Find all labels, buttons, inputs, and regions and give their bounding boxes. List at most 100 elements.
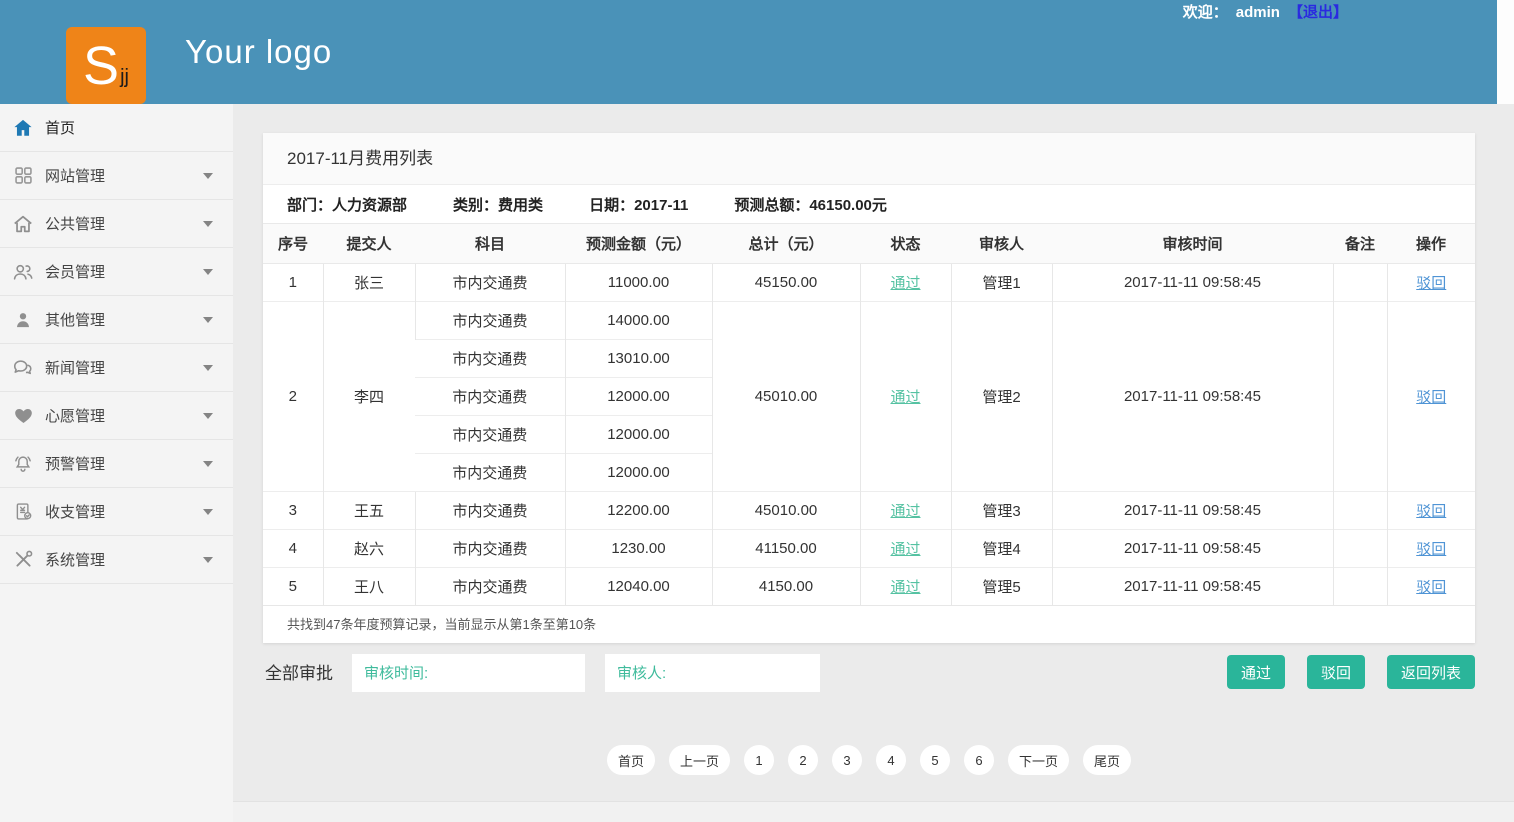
reject-link[interactable]: 驳回 [1416, 579, 1446, 596]
info-label: 类别： [453, 197, 498, 214]
cell-total: 45010.00 [712, 492, 860, 530]
status-link[interactable]: 通过 [890, 275, 920, 292]
cell-action: 驳回 [1387, 264, 1475, 302]
info-value: 46150.00元 [809, 197, 887, 214]
cell-subject: 市内交通费 [415, 340, 565, 378]
info-category: 类别：费用类 [453, 194, 543, 215]
reject-link[interactable]: 驳回 [1416, 503, 1446, 520]
cell-auditor: 管理3 [951, 492, 1052, 530]
info-row: 部门：人力资源部 类别：费用类 日期：2017-11 预测总额：46150.00元 [263, 185, 1475, 224]
sidebar-item-label: 预警管理 [45, 453, 105, 474]
page-button-page-6[interactable]: 6 [964, 745, 994, 775]
table-row: 4赵六市内交通费1230.0041150.00通过管理42017-11-11 0… [263, 530, 1475, 568]
cell-auditor: 管理2 [951, 302, 1052, 492]
status-link[interactable]: 通过 [890, 389, 920, 406]
info-department: 部门：人力资源部 [287, 194, 407, 215]
cell-action: 驳回 [1387, 568, 1475, 606]
status-link[interactable]: 通过 [890, 503, 920, 520]
info-value: 2017-11 [634, 197, 688, 214]
table-row: 3王五市内交通费12200.0045010.00通过管理32017-11-11 … [263, 492, 1475, 530]
panel-title: 2017-11月费用列表 [263, 133, 1475, 185]
cell-subject: 市内交通费 [415, 454, 565, 492]
expense-table: 序号提交人科目预测金额（元）总计（元）状态审核人审核时间备注操作 1张三市内交通… [263, 224, 1475, 605]
cell-forecast-amount: 1230.00 [565, 530, 712, 568]
column-header-submitter: 提交人 [323, 224, 415, 264]
logout-link[interactable]: 【退出】 [1288, 4, 1348, 21]
cell-submitter: 赵六 [323, 530, 415, 568]
cell-audit-time: 2017-11-11 09:58:45 [1052, 264, 1333, 302]
cell-total: 45010.00 [712, 302, 860, 492]
page-button-page-2[interactable]: 2 [788, 745, 818, 775]
cell-status: 通过 [860, 530, 951, 568]
cell-audit-time: 2017-11-11 09:58:45 [1052, 492, 1333, 530]
info-label: 日期： [589, 197, 634, 214]
username: admin [1236, 4, 1280, 21]
page-button-first[interactable]: 首页 [607, 745, 655, 775]
cell-submitter: 王八 [323, 568, 415, 606]
page-button-next[interactable]: 下一页 [1008, 745, 1069, 775]
receipt-icon [12, 501, 34, 523]
sidebar-item-home[interactable]: 首页 [0, 104, 233, 152]
sidebar-item-label: 系统管理 [45, 549, 105, 570]
chevron-down-icon [203, 317, 213, 323]
page-button-page-3[interactable]: 3 [832, 745, 862, 775]
cell-auditor: 管理5 [951, 568, 1052, 606]
sidebar-item-label: 网站管理 [45, 165, 105, 186]
sidebar-item-public-mgmt[interactable]: 公共管理 [0, 200, 233, 248]
column-header-audit-time: 审核时间 [1052, 224, 1333, 264]
page-button-last[interactable]: 尾页 [1083, 745, 1131, 775]
chevron-down-icon [203, 365, 213, 371]
sidebar-item-system-mgmt[interactable]: 系统管理 [0, 536, 233, 584]
table-row: 5王八市内交通费12040.004150.00通过管理52017-11-11 0… [263, 568, 1475, 606]
cell-note [1333, 568, 1387, 606]
page-button-page-4[interactable]: 4 [876, 745, 906, 775]
auditor-input[interactable] [605, 654, 820, 692]
cell-index: 5 [263, 568, 323, 606]
home-icon [12, 117, 34, 139]
sidebar-item-site-mgmt[interactable]: 网站管理 [0, 152, 233, 200]
page-button-page-5[interactable]: 5 [920, 745, 950, 775]
status-link[interactable]: 通过 [890, 541, 920, 558]
sidebar-item-warning-mgmt[interactable]: 预警管理 [0, 440, 233, 488]
cell-note [1333, 302, 1387, 492]
reject-button[interactable]: 驳回 [1307, 655, 1365, 689]
logo-text: Your logo [185, 0, 332, 104]
sidebar-item-label: 公共管理 [45, 213, 105, 234]
sidebar-item-finance-mgmt[interactable]: 收支管理 [0, 488, 233, 536]
sidebar-item-wish-mgmt[interactable]: 心愿管理 [0, 392, 233, 440]
approve-button[interactable]: 通过 [1227, 655, 1285, 689]
chevron-down-icon [203, 173, 213, 179]
home-outline-icon [12, 213, 34, 235]
cell-submitter: 张三 [323, 264, 415, 302]
status-link[interactable]: 通过 [890, 579, 920, 596]
table-row: 2李四市内交通费14000.0045010.00通过管理22017-11-11 … [263, 302, 1475, 340]
chevron-down-icon [203, 221, 213, 227]
cell-subject: 市内交通费 [415, 416, 565, 454]
welcome-label: 欢迎： [1183, 4, 1228, 21]
reject-link[interactable]: 驳回 [1416, 275, 1446, 292]
info-forecast-total: 预测总额：46150.00元 [734, 194, 887, 215]
audit-time-input[interactable] [352, 654, 585, 692]
scrollbar-track[interactable] [1497, 0, 1514, 104]
sidebar-item-label: 其他管理 [45, 309, 105, 330]
grid-icon [12, 165, 34, 187]
sidebar-item-news-mgmt[interactable]: 新闻管理 [0, 344, 233, 392]
page-button-page-1[interactable]: 1 [744, 745, 774, 775]
cell-status: 通过 [860, 492, 951, 530]
cell-note [1333, 492, 1387, 530]
column-header-auditor: 审核人 [951, 224, 1052, 264]
cell-forecast-amount: 12200.00 [565, 492, 712, 530]
cell-audit-time: 2017-11-11 09:58:45 [1052, 568, 1333, 606]
reject-link[interactable]: 驳回 [1416, 541, 1446, 558]
cell-submitter: 李四 [323, 302, 415, 492]
back-to-list-button[interactable]: 返回列表 [1387, 655, 1475, 689]
sidebar-item-member-mgmt[interactable]: 会员管理 [0, 248, 233, 296]
sidebar-item-other-mgmt[interactable]: 其他管理 [0, 296, 233, 344]
sidebar-item-label: 收支管理 [45, 501, 105, 522]
approval-buttons: 通过驳回返回列表 [1227, 655, 1475, 689]
reject-link[interactable]: 驳回 [1416, 389, 1446, 406]
table-header-row: 序号提交人科目预测金额（元）总计（元）状态审核人审核时间备注操作 [263, 224, 1475, 264]
cell-status: 通过 [860, 568, 951, 606]
page-button-prev[interactable]: 上一页 [669, 745, 730, 775]
table-row: 1张三市内交通费11000.0045150.00通过管理12017-11-11 … [263, 264, 1475, 302]
